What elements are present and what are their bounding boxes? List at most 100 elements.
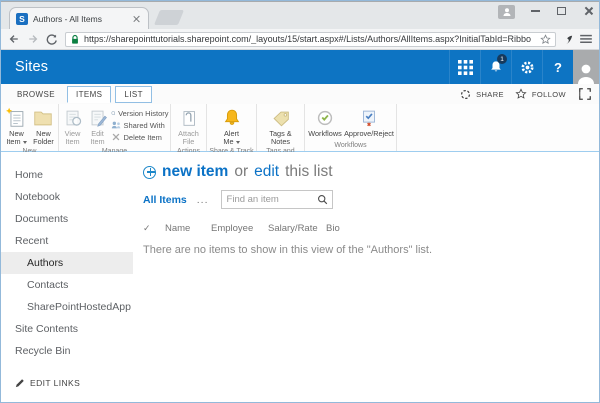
attach-file-icon bbox=[178, 107, 200, 129]
maximize-icon[interactable] bbox=[557, 7, 566, 15]
workflows-button[interactable]: Workflows bbox=[307, 106, 343, 138]
back-icon[interactable] bbox=[8, 33, 20, 45]
gear-icon bbox=[520, 60, 535, 75]
profile-button[interactable] bbox=[498, 5, 515, 19]
suite-title-sites[interactable]: Sites bbox=[15, 59, 48, 75]
pencil-icon bbox=[15, 378, 25, 388]
column-header-bio[interactable]: Bio bbox=[326, 223, 340, 234]
delete-item-button[interactable]: Delete Item bbox=[111, 132, 169, 142]
new-folder-icon bbox=[32, 107, 54, 129]
sidebar-item-site-contents[interactable]: Site Contents bbox=[1, 318, 133, 340]
ribbon-tab-row: BROWSE ITEMS LIST SHARE FOLLOW bbox=[1, 84, 599, 104]
tab-items[interactable]: ITEMS bbox=[67, 86, 111, 103]
new-item-icon bbox=[5, 107, 27, 129]
reload-icon[interactable] bbox=[46, 33, 58, 45]
tab-list[interactable]: LIST bbox=[115, 86, 152, 103]
column-header-row: Name Employee Salary/Rate Bio bbox=[143, 223, 599, 234]
attach-file-button[interactable]: Attach File bbox=[175, 106, 203, 147]
app-launcher-button[interactable] bbox=[449, 50, 480, 84]
tab-browse[interactable]: BROWSE bbox=[9, 87, 63, 102]
sidebar-item-contacts[interactable]: Contacts bbox=[1, 274, 133, 296]
approve-reject-button[interactable]: Approve/Reject bbox=[344, 106, 394, 138]
shared-with-icon bbox=[111, 120, 121, 130]
sidebar-item-authors[interactable]: Authors bbox=[1, 252, 133, 274]
focus-mode-icon[interactable] bbox=[579, 88, 591, 100]
edit-links-button[interactable]: EDIT LINKS bbox=[1, 378, 133, 388]
close-icon[interactable] bbox=[583, 6, 593, 16]
extension-icon[interactable] bbox=[563, 34, 573, 45]
empty-list-message: There are no items to show in this view … bbox=[143, 244, 599, 256]
suite-bar: Sites 1 bbox=[1, 50, 599, 84]
sidebar-item-home[interactable]: Home bbox=[1, 164, 133, 186]
shared-with-button[interactable]: Shared With bbox=[111, 120, 169, 130]
group-label-workflows: Workflows bbox=[305, 141, 396, 151]
person-icon bbox=[502, 7, 512, 17]
tab-close-icon[interactable] bbox=[132, 14, 142, 24]
quick-launch-sidebar: Home Notebook Documents Recent Authors C… bbox=[1, 152, 133, 402]
delete-item-icon bbox=[111, 132, 121, 142]
column-header-salary-rate[interactable]: Salary/Rate bbox=[268, 223, 326, 234]
ribbon-group-manage: View Item Edit Item bbox=[59, 104, 171, 151]
padlock-icon bbox=[70, 34, 80, 45]
follow-button[interactable]: FOLLOW bbox=[532, 90, 566, 99]
tag-icon bbox=[270, 107, 292, 129]
help-button[interactable]: ? bbox=[542, 50, 573, 84]
edit-list-link[interactable]: edit bbox=[254, 163, 279, 181]
version-history-icon bbox=[111, 108, 116, 118]
address-bar[interactable]: https://sharepointtutorials.sharepoint.c… bbox=[65, 32, 556, 47]
settings-button[interactable] bbox=[511, 50, 542, 84]
column-header-employee[interactable]: Employee bbox=[211, 223, 268, 234]
bookmark-star-icon[interactable] bbox=[540, 34, 551, 45]
or-text: or bbox=[234, 163, 248, 181]
notifications-button[interactable]: 1 bbox=[480, 50, 511, 84]
ribbon-group-new: New Item New Folder New bbox=[1, 104, 59, 151]
select-all-checkbox[interactable] bbox=[143, 223, 165, 234]
dropdown-caret-icon bbox=[236, 141, 240, 144]
approve-reject-icon bbox=[358, 107, 380, 129]
list-command-row: new item or edit this list bbox=[143, 163, 599, 181]
view-more-ellipsis[interactable]: ... bbox=[197, 194, 209, 206]
search-input[interactable] bbox=[222, 194, 313, 205]
column-header-name[interactable]: Name bbox=[165, 223, 211, 234]
add-icon bbox=[143, 166, 156, 179]
alert-me-button[interactable]: Alert Me bbox=[218, 106, 246, 147]
browser-toolbar: https://sharepointtutorials.sharepoint.c… bbox=[1, 29, 599, 50]
ribbon: New Item New Folder New bbox=[1, 104, 599, 152]
user-avatar[interactable] bbox=[573, 50, 599, 84]
page-actions: SHARE FOLLOW bbox=[460, 88, 591, 100]
sharepoint-favicon-icon bbox=[16, 13, 28, 25]
sidebar-item-sharepointhostedapp[interactable]: SharePointHostedApp bbox=[1, 296, 133, 318]
app-launcher-grid-icon bbox=[458, 60, 473, 75]
menu-icon[interactable] bbox=[580, 34, 592, 44]
tags-notes-button[interactable]: Tags & Notes bbox=[265, 106, 297, 147]
new-folder-button[interactable]: New Folder bbox=[31, 106, 56, 147]
sidebar-item-documents[interactable]: Documents bbox=[1, 208, 133, 230]
minimize-icon[interactable] bbox=[531, 10, 540, 11]
edit-item-button[interactable]: Edit Item bbox=[86, 106, 110, 147]
view-all-items[interactable]: All Items bbox=[143, 194, 187, 206]
new-tab-button[interactable] bbox=[154, 10, 184, 25]
new-item-link[interactable]: new item bbox=[162, 163, 228, 181]
browser-window: Authors - All Items bbox=[0, 0, 600, 403]
help-icon: ? bbox=[554, 60, 562, 75]
forward-icon[interactable] bbox=[27, 33, 39, 45]
window-controls bbox=[531, 2, 593, 20]
search-button[interactable] bbox=[313, 194, 332, 205]
ribbon-group-actions: Attach File Actions bbox=[171, 104, 207, 151]
browser-tab[interactable]: Authors - All Items bbox=[9, 7, 149, 30]
ribbon-group-tags-notes: Tags & Notes Tags and Notes bbox=[257, 104, 305, 151]
sidebar-item-recent[interactable]: Recent bbox=[1, 230, 133, 252]
new-item-button[interactable]: New Item bbox=[3, 106, 30, 147]
list-view-main: new item or edit this list All Items ... bbox=[133, 152, 599, 402]
sidebar-item-notebook[interactable]: Notebook bbox=[1, 186, 133, 208]
version-history-button[interactable]: Version History bbox=[111, 108, 169, 118]
person-silhouette-icon bbox=[576, 62, 596, 84]
follow-star-icon bbox=[515, 88, 527, 100]
notification-badge: 1 bbox=[497, 54, 507, 64]
share-button[interactable]: SHARE bbox=[476, 90, 504, 99]
view-item-icon bbox=[62, 107, 84, 129]
view-item-button[interactable]: View Item bbox=[61, 106, 85, 147]
find-item-searchbox bbox=[221, 190, 333, 209]
sidebar-item-recycle-bin[interactable]: Recycle Bin bbox=[1, 340, 133, 362]
tab-title: Authors - All Items bbox=[33, 14, 127, 24]
